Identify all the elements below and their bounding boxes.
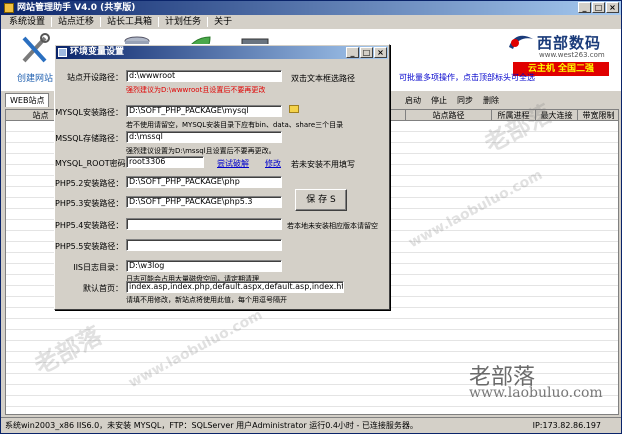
default-doc-note: 请填不用修改，新站点将使用此值，每个用逗号隔开 — [126, 296, 287, 304]
minimize-button[interactable]: _ — [578, 2, 591, 13]
env-settings-dialog: 环境变量设置 _ □ × 站点开设路径： d:\wwwroot 双击文本框选路径… — [54, 44, 390, 310]
php55-input[interactable] — [126, 239, 282, 251]
dialog-icon — [58, 48, 67, 57]
default-doc-input[interactable]: index.asp,index.php,default.aspx,default… — [126, 281, 344, 293]
west263-logo-icon — [509, 35, 533, 49]
batch-hint: 可批量多项操作，点击顶部标头可全选 — [399, 73, 535, 82]
column-process[interactable]: 所属进程 — [492, 110, 536, 121]
main-titlebar[interactable]: 网站管理助手 V4.0 (共享版) _ □ × — [1, 1, 621, 15]
mysql-path-label: MYSQL安装路径： — [55, 108, 123, 117]
column-max-conn[interactable]: 最大连接 — [536, 110, 578, 121]
tools-icon — [22, 33, 50, 63]
dialog-title: 环境变量设置 — [70, 47, 125, 57]
tabstrip: WEB站点 — [5, 93, 50, 107]
app-icon — [4, 3, 14, 13]
brand-name: 西部数码 — [537, 33, 602, 52]
mssql-path-input[interactable]: d:\mssql — [126, 131, 282, 143]
brand-url: www.west263.com — [539, 51, 605, 59]
dialog-close-button[interactable]: × — [374, 47, 387, 58]
mysql-path-input[interactable]: D:\SOFT_PHP_PACKAGE\mysql — [126, 105, 282, 117]
mysql-path-note: 若不使用请留空，MYSQL安装目录下应有bin、data、share三个目录 — [126, 121, 344, 129]
main-title: 网站管理助手 V4.0 (共享版) — [17, 3, 136, 13]
dialog-titlebar[interactable]: 环境变量设置 _ □ × — [56, 46, 388, 59]
browse-folder-icon[interactable] — [289, 105, 299, 113]
dialog-body: 站点开设路径： d:\wwwroot 双击文本框选路径 强烈建议为D:\wwwr… — [55, 59, 389, 309]
php54-input[interactable] — [126, 218, 282, 230]
maximize-button[interactable]: □ — [592, 2, 605, 13]
modify-link[interactable]: 修改 — [265, 158, 281, 169]
column-site-path[interactable]: 站点路径 — [406, 110, 492, 121]
site-path-note: 强烈建议为D:\wwwroot且设置后不要再更改 — [126, 86, 266, 94]
mysql-root-input[interactable]: root3306 — [126, 156, 204, 168]
dialog-maximize-button[interactable]: □ — [360, 47, 373, 58]
menu-scheduled-tasks[interactable]: 计划任务 — [159, 16, 207, 28]
stop-action[interactable]: 停止 — [431, 95, 447, 106]
start-action[interactable]: 启动 — [405, 95, 421, 106]
dialog-minimize-button[interactable]: _ — [346, 47, 359, 58]
menu-webmaster-tools[interactable]: 站长工具箱 — [101, 16, 158, 28]
php54-label: PHP5.4安装路径： — [55, 221, 124, 230]
site-path-hint: 双击文本框选路径 — [291, 74, 355, 83]
mysql-root-hint: 若未安装不用填写 — [291, 160, 355, 169]
iis-log-input[interactable]: D:\w3log — [126, 260, 282, 272]
site-path-label: 站点开设路径： — [67, 73, 123, 82]
mssql-path-note: 强烈建议设置为D:\mssql且设置后不要再更改。 — [126, 147, 276, 155]
php53-label: PHP5.3安装路径： — [55, 199, 124, 208]
menu-system-settings[interactable]: 系统设置 — [3, 16, 51, 28]
php55-label: PHP5.5安装路径： — [55, 242, 124, 251]
table-row[interactable] — [6, 330, 618, 341]
php53-input[interactable]: D:\SOFT_PHP_PACKAGE\php5.3 — [126, 196, 282, 208]
menu-about[interactable]: 关于 — [208, 16, 238, 28]
status-ip: IP:173.82.86.197 — [532, 421, 601, 430]
column-bandwidth[interactable]: 带宽限制 — [578, 110, 618, 121]
status-text: 系统win2003_x86 IIS6.0，未安装 MYSQL，FTP：SQLSe… — [5, 421, 418, 430]
statusbar: 系统win2003_x86 IIS6.0，未安装 MYSQL，FTP：SQLSe… — [1, 417, 621, 433]
site-path-input[interactable]: d:\wwwroot — [126, 70, 282, 82]
table-row[interactable] — [6, 341, 618, 352]
mysql-root-label: MYSQL_ROOT密码： — [55, 159, 134, 168]
sync-action[interactable]: 同步 — [457, 95, 473, 106]
save-button[interactable]: 保 存 S — [295, 189, 347, 211]
table-row[interactable] — [6, 319, 618, 330]
menubar: 系统设置 站点迁移 站长工具箱 计划任务 关于 — [1, 16, 621, 28]
delete-action[interactable]: 删除 — [483, 95, 499, 106]
watermark-logo-url: www.laobuluo.com — [469, 385, 603, 401]
php52-label: PHP5.2安装路径： — [55, 179, 124, 188]
php54-hint: 若本地未安装相应版本请留空 — [287, 222, 378, 230]
close-button[interactable]: × — [606, 2, 619, 13]
default-doc-label: 默认首页： — [83, 284, 123, 293]
php52-input[interactable]: D:\SOFT_PHP_PACKAGE\php — [126, 176, 282, 188]
site-actions: 启动 停止 同步 删除 — [405, 95, 499, 106]
mssql-path-label: MSSQL存储路径： — [55, 134, 123, 143]
menu-site-migration[interactable]: 站点迁移 — [52, 16, 100, 28]
try-crack-link[interactable]: 尝试破解 — [217, 158, 249, 169]
tab-web-sites[interactable]: WEB站点 — [5, 93, 50, 107]
iis-log-label: IIS日志目录： — [73, 263, 123, 272]
